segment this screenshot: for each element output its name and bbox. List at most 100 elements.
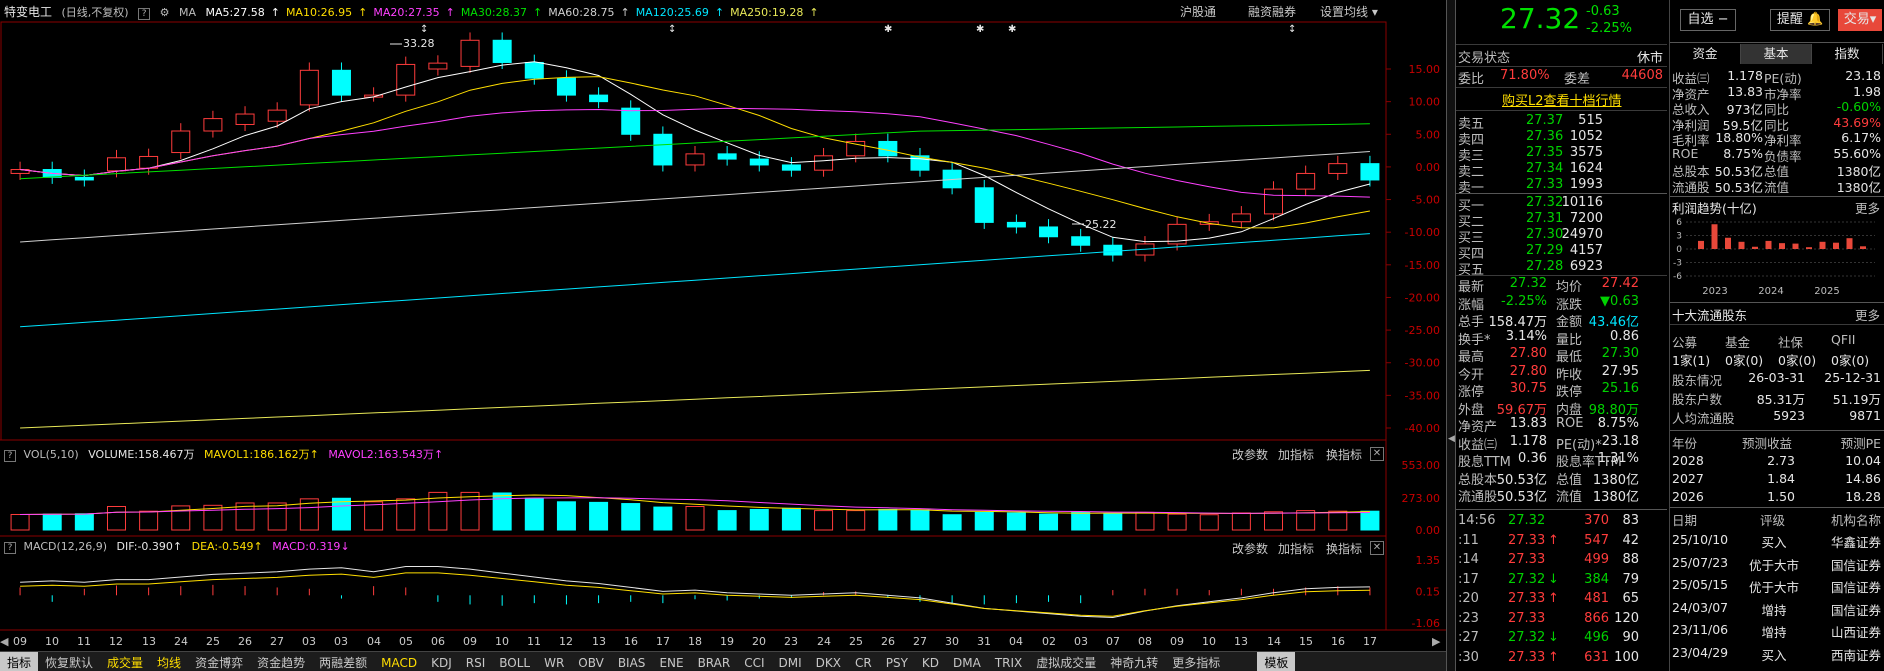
link-margin[interactable]: 融资融券 xyxy=(1248,3,1296,20)
rating-grade: 增持 xyxy=(1761,625,1787,640)
book-volume: 10116 xyxy=(1561,195,1603,210)
tick-row[interactable]: :23 27.33 866 120 xyxy=(1456,611,1667,628)
tab-10[interactable]: BOLL xyxy=(492,654,537,671)
tab-12[interactable]: OBV xyxy=(571,654,611,671)
tab-21[interactable]: KD xyxy=(915,654,946,671)
tab-2[interactable]: 成交量 xyxy=(100,652,150,671)
tab-22[interactable]: DMA xyxy=(946,654,988,671)
rating-row[interactable]: 25/10/10 买入 华鑫证券 xyxy=(1670,532,1884,550)
macd-legend: ? MACD(12,26,9) DIF:-0.390↑ DEA:-0.549↑ … xyxy=(4,540,350,556)
tab-27[interactable]: 模板 xyxy=(1257,652,1296,671)
candle-body xyxy=(1296,172,1316,190)
holder-col-header: 社保 xyxy=(1778,335,1804,350)
event-marker-icon[interactable]: ↕ xyxy=(1288,24,1296,35)
tick-list[interactable]: 14:56 27.32 370 83 :11 27.33 ↑ 547 42 :14 27.33 499… xyxy=(1456,513,1667,671)
stat-label: PE(动)* xyxy=(1556,437,1602,453)
tab-9[interactable]: RSI xyxy=(459,654,493,671)
stat-label: 总值 xyxy=(1556,472,1583,488)
volume-bar xyxy=(974,511,994,531)
macd-params-link[interactable]: 改参数 xyxy=(1232,540,1268,557)
tab-19[interactable]: CR xyxy=(848,654,879,671)
tick-arrow-icon: ↓ xyxy=(1548,571,1559,587)
tab-1[interactable]: 恢复默认 xyxy=(38,652,100,671)
tab-15[interactable]: BRAR xyxy=(691,654,738,671)
tick-row[interactable]: :17 27.32 ↓ 384 79 xyxy=(1456,572,1667,589)
tick-price: 27.33 xyxy=(1508,610,1546,626)
tab-26[interactable]: 更多指标 xyxy=(1165,652,1227,671)
watchlist-button[interactable]: 自选 − xyxy=(1680,9,1736,31)
rating-row[interactable]: 25/05/15 优于大市 国信证券 xyxy=(1670,577,1884,595)
tab-3[interactable]: 均线 xyxy=(150,652,188,671)
vol-help-icon[interactable]: ? xyxy=(4,450,16,462)
event-marker-icon[interactable]: ✱ xyxy=(1008,24,1016,35)
kline-chart-canvas[interactable]: 15.00 10.00 5.00 0.00 -5.00 -10.00 -15.00 -20.0… xyxy=(0,0,1446,671)
book-price: 27.29 xyxy=(1526,243,1564,258)
tab-4[interactable]: 资金博弈 xyxy=(188,652,250,671)
tab-24[interactable]: 虚拟成交量 xyxy=(1029,652,1103,671)
event-marker-icon[interactable]: ✱ xyxy=(976,24,984,35)
tab-5[interactable]: 资金趋势 xyxy=(250,652,312,671)
collapse-arrow-icon[interactable]: ◀ xyxy=(1448,434,1455,444)
buy-l2-link[interactable]: 购买L2查看十档行情 xyxy=(1502,90,1622,109)
macd-close-icon[interactable]: ✕ xyxy=(1370,539,1384,555)
tab-13[interactable]: BIAS xyxy=(611,654,653,671)
tab-23[interactable]: TRIX xyxy=(988,654,1029,671)
tab-16[interactable]: CCI xyxy=(737,654,771,671)
event-marker-icon[interactable]: ↕ xyxy=(420,24,428,35)
settings-gear-icon[interactable]: ⚙ xyxy=(160,6,170,19)
tab-11[interactable]: WR xyxy=(537,654,571,671)
right-tab-1[interactable]: 基本 xyxy=(1741,44,1812,64)
trade-button[interactable]: 交易▾ xyxy=(1838,9,1882,31)
rating-row[interactable]: 23/04/29 买入 西南证券 xyxy=(1670,645,1884,663)
date-axis[interactable]: ◀ 09 10 11 12 13 24 25 26 27 03 03 04 05 06 09 10 11 12 13 1… xyxy=(0,633,1446,651)
tick-row[interactable]: :11 27.33 ↑ 547 42 xyxy=(1456,533,1667,550)
tick-row[interactable]: :14 27.33 499 88 xyxy=(1456,552,1667,569)
tab-0[interactable]: 指标 xyxy=(0,652,39,671)
tab-7[interactable]: MACD xyxy=(374,654,424,671)
scroll-left-icon[interactable]: ◀ xyxy=(0,635,8,648)
rating-row[interactable]: 24/03/07 增持 国信证券 xyxy=(1670,600,1884,618)
tab-18[interactable]: DKX xyxy=(809,654,848,671)
volume-bar xyxy=(10,513,30,531)
kline-chart-pane[interactable]: 15.00 10.00 5.00 0.00 -5.00 -10.00 -15.00 -20.0… xyxy=(0,0,1446,671)
trade-status-label: 交易状态 xyxy=(1458,51,1511,66)
tab-17[interactable]: DMI xyxy=(772,654,809,671)
tab-6[interactable]: 两融差额 xyxy=(312,652,374,671)
link-hgt[interactable]: 沪股通 xyxy=(1180,3,1216,20)
help-icon[interactable]: ? xyxy=(138,8,151,20)
tick-row[interactable]: :27 27.32 ↓ 496 90 xyxy=(1456,630,1667,647)
tab-25[interactable]: 神奇九转 xyxy=(1103,652,1165,671)
volume-bar xyxy=(1071,511,1091,531)
vol-switch-indicator-link[interactable]: 换指标 xyxy=(1326,446,1362,463)
tick-row[interactable]: :30 27.33 ↑ 631 100 xyxy=(1456,650,1667,667)
vol-params-link[interactable]: 改参数 xyxy=(1232,446,1268,463)
link-set-ma[interactable]: 设置均线 ▾ xyxy=(1320,3,1378,20)
rating-row[interactable]: 25/07/23 优于大市 国信证券 xyxy=(1670,555,1884,573)
right-tab-2[interactable]: 指数 xyxy=(1812,44,1883,64)
panel-splitter[interactable]: ◀ xyxy=(1446,0,1456,671)
tick-row[interactable]: :20 27.33 ↑ 481 65 xyxy=(1456,591,1667,608)
stat-value: ▼0.63 xyxy=(1600,293,1639,309)
macd-add-indicator-link[interactable]: 加指标 xyxy=(1278,540,1314,557)
tab-20[interactable]: PSY xyxy=(879,654,915,671)
scroll-right-icon[interactable]: ▶ xyxy=(1432,635,1440,648)
event-marker-icon[interactable]: ✱ xyxy=(884,24,892,35)
rating-row[interactable]: 23/11/06 增持 山西证券 xyxy=(1670,622,1884,640)
tab-14[interactable]: ENE xyxy=(652,654,690,671)
tick-row[interactable]: 14:56 27.32 370 83 xyxy=(1456,513,1667,530)
vol-close-icon[interactable]: ✕ xyxy=(1370,445,1384,461)
right-tab-0[interactable]: 资金 xyxy=(1670,44,1741,64)
book-volume: 7200 xyxy=(1569,211,1603,226)
macd-switch-indicator-link[interactable]: 换指标 xyxy=(1326,540,1362,557)
profit-more-link[interactable]: 更多 xyxy=(1855,198,1880,217)
rating-org: 国信证券 xyxy=(1830,557,1881,573)
holders-more-link[interactable]: 更多 xyxy=(1855,305,1880,324)
macd-help-icon[interactable]: ? xyxy=(4,542,16,554)
vol-add-indicator-link[interactable]: 加指标 xyxy=(1278,446,1314,463)
date-tick: 03 xyxy=(1074,635,1088,648)
stat-value: 25.16 xyxy=(1601,381,1639,396)
event-marker-icon[interactable]: ↕ xyxy=(668,24,676,35)
alert-button[interactable]: 提醒 🔔 xyxy=(1770,9,1830,31)
macd-value: MACD:0.319 xyxy=(272,540,341,553)
tab-8[interactable]: KDJ xyxy=(424,654,459,671)
